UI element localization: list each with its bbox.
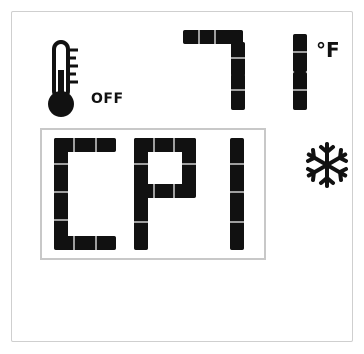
one-lower-segment [230,192,244,250]
mode-code-readout [54,138,244,250]
snowflake-icon [306,142,348,188]
digit-7-right-lower-segment [231,74,245,110]
thermometer-icon [48,40,78,117]
temperature-unit: °F [316,38,340,62]
temperature-readout [183,30,307,110]
p-left-lower-segment [134,192,148,250]
one-upper-segment [230,138,244,194]
power-status-label: OFF [91,91,124,107]
c-left-upper-segment [54,138,68,194]
c-bottom-segment [54,236,116,250]
digit-7-right-upper-segment [231,42,245,76]
digit-1-lower-segment [293,72,307,110]
digit-7-top-segment [183,30,243,44]
digit-1-upper-segment [293,34,307,72]
